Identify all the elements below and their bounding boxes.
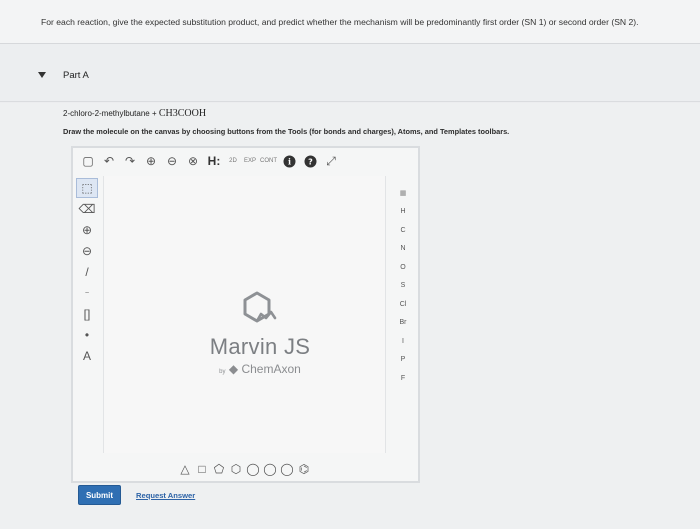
atom-button-i[interactable]: I (391, 332, 415, 351)
redo-icon[interactable]: ↷ (121, 152, 139, 170)
template-cyclopentane-icon[interactable]: ⬠ (212, 462, 226, 476)
logo-by-text: by (219, 369, 226, 375)
periodic-table-icon[interactable]: ▦ (391, 184, 415, 203)
undo-icon[interactable]: ↶ (100, 152, 118, 170)
erase-tool-icon[interactable]: ⌫ (76, 199, 98, 219)
instructions-bar: For each reaction, give the expected sub… (0, 0, 700, 44)
reaction-line: 2-chloro-2-methylbutane + CH3COOH (63, 108, 206, 119)
text-tool-icon[interactable]: A (76, 346, 98, 366)
expand-icon[interactable]: ⤢ (322, 152, 340, 170)
new-document-icon[interactable]: ▢ (79, 152, 97, 170)
atom-button-s[interactable]: S (391, 277, 415, 296)
part-header[interactable]: Part A (0, 44, 700, 102)
top-toolbar: ▢ ↶ ↷ ⊕ ⊖ ⊗ H: 2D EXP CONT i ? ⤢ (73, 148, 418, 174)
atom-button-n[interactable]: N (391, 240, 415, 259)
chemaxon-logo-icon: ◆ (228, 362, 239, 376)
part-content: 2-chloro-2-methylbutane + CH3COOH Draw t… (0, 103, 700, 529)
request-answer-link[interactable]: Request Answer (136, 491, 195, 500)
mode-2d-button[interactable]: 2D (226, 152, 240, 170)
explicit-button[interactable]: EXP (243, 152, 257, 170)
marvin-molecule-icon (243, 291, 277, 323)
clean-icon[interactable]: ⊗ (184, 152, 202, 170)
cont-button[interactable]: CONT (260, 152, 277, 170)
help-icon[interactable]: ? (301, 152, 319, 170)
electron-tool-icon[interactable]: • (76, 325, 98, 345)
atom-button-br[interactable]: Br (391, 314, 415, 333)
info-icon[interactable]: i (280, 152, 298, 170)
chain-tool-icon[interactable]: ~ (76, 283, 98, 303)
template-cyclohexane-icon[interactable]: ⬡ (229, 462, 243, 476)
atom-button-f[interactable]: F (391, 369, 415, 388)
atom-button-p[interactable]: P (391, 351, 415, 370)
template-benzene-icon[interactable]: ⌬ (297, 462, 311, 476)
templates-toolbar: △ □ ⬠ ⬡ ◯ ◯ ◯ ⌬ (103, 456, 386, 481)
template-cycloheptane-icon[interactable]: ◯ (246, 462, 260, 476)
collapse-caret-icon[interactable] (38, 72, 46, 78)
plus-sign: + (151, 109, 157, 118)
submit-button[interactable]: Submit (78, 485, 121, 505)
drawing-canvas[interactable]: Marvin JS by ◆ ChemAxon (103, 176, 386, 453)
marvin-sketcher: ▢ ↶ ↷ ⊕ ⊖ ⊗ H: 2D EXP CONT i ? ⤢ ⬚ ⌫ ⊕ ⊖… (71, 146, 420, 483)
help-circle-icon: ? (304, 155, 316, 167)
part-label: Part A (63, 70, 89, 81)
atoms-toolbar: ▦ H C N O S Cl Br I P F (388, 174, 418, 456)
info-glyph: i (287, 156, 290, 166)
template-cyclopropane-icon[interactable]: △ (178, 462, 192, 476)
info-circle-icon: i (283, 155, 295, 167)
help-glyph: ? (308, 157, 313, 166)
single-bond-icon[interactable]: / (76, 262, 98, 282)
draw-instruction: Draw the molecule on the canvas by choos… (63, 127, 510, 136)
atom-button-o[interactable]: O (391, 258, 415, 277)
reactant-name: 2-chloro-2-methylbutane (63, 109, 150, 118)
zoom-in-icon[interactable]: ⊕ (142, 152, 160, 170)
zoom-out-icon[interactable]: ⊖ (163, 152, 181, 170)
marvin-logo-name: Marvin JS (209, 334, 311, 359)
template-cyclobutane-icon[interactable]: □ (195, 462, 209, 476)
atom-button-c[interactable]: C (391, 221, 415, 240)
select-tool-icon[interactable]: ⬚ (76, 178, 98, 198)
charge-minus-icon[interactable]: ⊖ (76, 241, 98, 261)
logo-vendor-name: ChemAxon (241, 362, 301, 376)
marvin-logo: Marvin JS by ◆ ChemAxon (190, 284, 330, 389)
bracket-tool-icon[interactable]: [] (76, 304, 98, 324)
hydrogens-button[interactable]: H: (205, 152, 223, 170)
instructions-text: For each reaction, give the expected sub… (41, 17, 639, 27)
marvin-logo-vendor: by ◆ ChemAxon (190, 362, 330, 376)
atom-button-h[interactable]: H (391, 203, 415, 222)
template-cyclooctane-icon[interactable]: ◯ (263, 462, 277, 476)
reagent-formula: CH3COOH (158, 108, 207, 119)
template-cyclononane-icon[interactable]: ◯ (280, 462, 294, 476)
left-toolbar: ⬚ ⌫ ⊕ ⊖ / ~ [] • A (73, 174, 101, 456)
atom-button-cl[interactable]: Cl (391, 295, 415, 314)
charge-plus-icon[interactable]: ⊕ (76, 220, 98, 240)
